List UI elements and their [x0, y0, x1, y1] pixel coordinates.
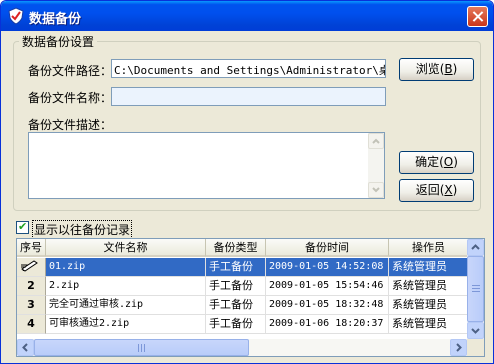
ok-button-label: 确定	[415, 155, 440, 169]
ok-hotkey: O	[443, 155, 454, 169]
cell-type[interactable]: 手工备份	[206, 277, 266, 296]
title-bar[interactable]: 数据备份	[1, 1, 493, 31]
cell-operator[interactable]: 系统管理员	[389, 258, 469, 277]
table-header: 序号 文件名称 备份类型 备份时间 操作员	[17, 239, 469, 257]
table-horizontal-scrollbar[interactable]	[17, 339, 484, 356]
cell-filename[interactable]: 01.zip	[46, 258, 206, 277]
description-scrollbar[interactable]	[368, 133, 384, 198]
table-scroll-up-button[interactable]	[467, 239, 484, 256]
backup-history-table[interactable]: 序号 文件名称 备份类型 备份时间 操作员 01.zip 手工备份 2009-0…	[16, 238, 485, 357]
backup-filename-field[interactable]	[111, 87, 386, 106]
table-scroll-left-button[interactable]	[17, 339, 34, 356]
cell-index: 4	[17, 315, 46, 334]
table-vertical-thumb[interactable]	[467, 256, 484, 322]
backup-settings-legend: 数据备份设置	[19, 33, 98, 50]
cell-type[interactable]: 手工备份	[206, 258, 266, 277]
backup-dialog: 数据备份 数据备份设置 备份文件路径： C:\Documents and Set…	[0, 0, 494, 364]
backup-description-field[interactable]	[28, 132, 385, 199]
cell-type[interactable]: 手工备份	[206, 315, 266, 334]
scroll-down-button[interactable]	[368, 182, 384, 198]
cell-time[interactable]: 2009-01-05 14:52:08	[266, 258, 389, 277]
cell-operator[interactable]: 系统管理员	[389, 296, 469, 315]
browse-button-label: 浏览	[415, 62, 440, 76]
row-indicator	[17, 258, 46, 277]
close-button[interactable]	[467, 6, 488, 27]
path-label: 备份文件路径：	[28, 64, 113, 78]
chevron-up-icon	[372, 138, 380, 144]
chevron-right-icon	[456, 343, 462, 352]
back-button[interactable]: 返回(X)	[399, 179, 474, 202]
column-header-time[interactable]: 备份时间	[266, 239, 389, 257]
table-horizontal-thumb[interactable]	[34, 339, 249, 356]
backup-path-field[interactable]: C:\Documents and Settings\Administrator\…	[111, 59, 386, 78]
chevron-down-icon	[471, 328, 480, 334]
cell-time[interactable]: 2009-01-05 18:32:48	[266, 296, 389, 315]
browse-hotkey: B	[444, 62, 453, 76]
column-header-type[interactable]: 备份类型	[206, 239, 266, 257]
chevron-up-icon	[471, 244, 480, 250]
filename-label: 备份文件名称：	[28, 91, 113, 105]
show-history-label[interactable]: 显示以往备份记录	[32, 220, 133, 239]
table-vertical-scrollbar[interactable]	[467, 239, 484, 339]
column-header-operator[interactable]: 操作员	[389, 239, 469, 257]
pencil-edit-icon	[21, 260, 38, 272]
scroll-up-button[interactable]	[368, 133, 384, 149]
description-label: 备份文件描述：	[28, 118, 113, 132]
cell-operator[interactable]: 系统管理员	[389, 315, 469, 334]
browse-button[interactable]: 浏览(B)	[399, 58, 474, 81]
table-row[interactable]: 2 2.zip 手工备份 2009-01-05 15:54:46 系统管理员	[17, 277, 469, 296]
cell-filename[interactable]: 完全可通过审核.zip	[46, 296, 206, 315]
cell-index: 2	[17, 277, 46, 296]
back-hotkey: X	[444, 183, 453, 197]
scrollbar-corner	[467, 339, 484, 356]
chevron-down-icon	[372, 187, 380, 193]
chevron-left-icon	[22, 343, 28, 352]
table-row[interactable]: 01.zip 手工备份 2009-01-05 14:52:08 系统管理员	[17, 258, 469, 277]
column-header-filename[interactable]: 文件名称	[46, 239, 206, 257]
cell-filename[interactable]: 2.zip	[46, 277, 206, 296]
table-row[interactable]: 4 可审核通过2.zip 手工备份 2009-01-06 18:20:37 系统…	[17, 315, 469, 334]
column-header-index[interactable]: 序号	[17, 239, 46, 257]
cell-type[interactable]: 手工备份	[206, 296, 266, 315]
table-row[interactable]: 3 完全可通过审核.zip 手工备份 2009-01-05 18:32:48 系…	[17, 296, 469, 315]
cell-index: 3	[17, 296, 46, 315]
ok-button[interactable]: 确定(O)	[399, 151, 474, 174]
back-button-label: 返回	[415, 183, 440, 197]
shield-check-icon	[8, 7, 24, 25]
cell-time[interactable]: 2009-01-05 15:54:46	[266, 277, 389, 296]
cell-operator[interactable]: 系统管理员	[389, 277, 469, 296]
table-scroll-right-button[interactable]	[450, 339, 467, 356]
show-history-checkbox[interactable]	[16, 220, 29, 234]
cell-time[interactable]: 2009-01-06 18:20:37	[266, 315, 389, 334]
cell-filename[interactable]: 可审核通过2.zip	[46, 315, 206, 334]
table-scroll-down-button[interactable]	[467, 322, 484, 339]
window-title: 数据备份	[29, 12, 82, 27]
